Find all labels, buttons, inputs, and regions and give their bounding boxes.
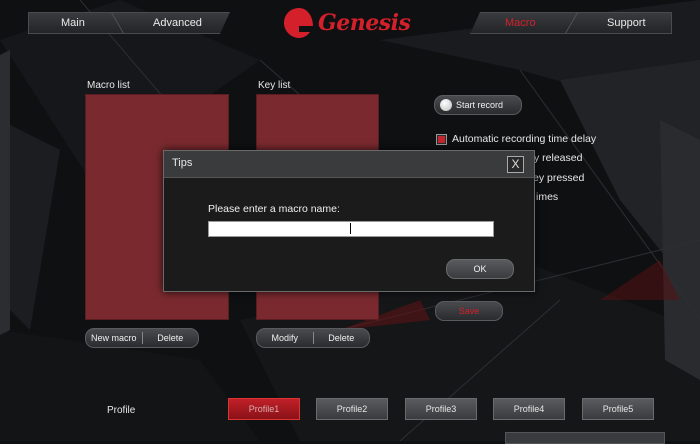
delete-key-button[interactable]: Delete [314,333,370,343]
genesis-logo-icon [284,8,313,38]
genesis-logo: Genesis [282,4,422,44]
tab-bar-right: Macro Support [470,12,672,34]
macro-list-actions: New macro Delete [85,328,199,348]
key-list-label: Key list [258,80,291,91]
tab-main[interactable]: Main [61,13,85,33]
ok-button[interactable]: OK [446,259,514,279]
auto-delay-label: Automatic recording time delay [452,133,597,145]
close-icon[interactable]: X [507,156,524,173]
option-pressed-label: ey pressed [533,172,585,184]
record-dot-icon [440,99,452,111]
macro-name-input[interactable] [208,221,494,237]
tab-bar-left: Main Advanced [28,12,230,34]
save-button[interactable]: Save [435,301,503,321]
tab-divider [111,13,124,33]
profile5-button[interactable]: Profile5 [582,398,654,420]
tab-macro[interactable]: Macro [505,13,536,33]
delete-macro-button[interactable]: Delete [143,333,199,343]
text-caret [350,223,351,234]
start-record-label: Start record [456,100,504,110]
new-macro-button[interactable]: New macro [86,333,142,343]
tab-divider [565,13,578,33]
profile-label: Profile [107,405,136,416]
dialog-titlebar: Tips X [164,151,534,178]
tab-advanced[interactable]: Advanced [153,13,202,33]
tab-support[interactable]: Support [607,13,646,33]
auto-delay-checkbox[interactable] [436,134,447,145]
logo-wordmark: Genesis [318,10,411,36]
option-released-label: y released [534,152,583,164]
profile1-button[interactable]: Profile1 [228,398,300,420]
modify-key-button[interactable]: Modify [257,333,313,343]
key-list-actions: Modify Delete [256,328,370,348]
profile2-button[interactable]: Profile2 [316,398,388,420]
profile3-button[interactable]: Profile3 [405,398,477,420]
bottom-tab-strip [505,432,665,444]
start-record-button[interactable]: Start record [434,95,522,115]
profile4-button[interactable]: Profile4 [493,398,565,420]
tips-dialog: Tips X Please enter a macro name: OK [163,150,535,292]
macro-name-prompt: Please enter a macro name: [208,203,340,215]
macro-list-label: Macro list [87,80,130,91]
option-times-label: imes [536,191,559,203]
dialog-title: Tips [172,157,193,169]
